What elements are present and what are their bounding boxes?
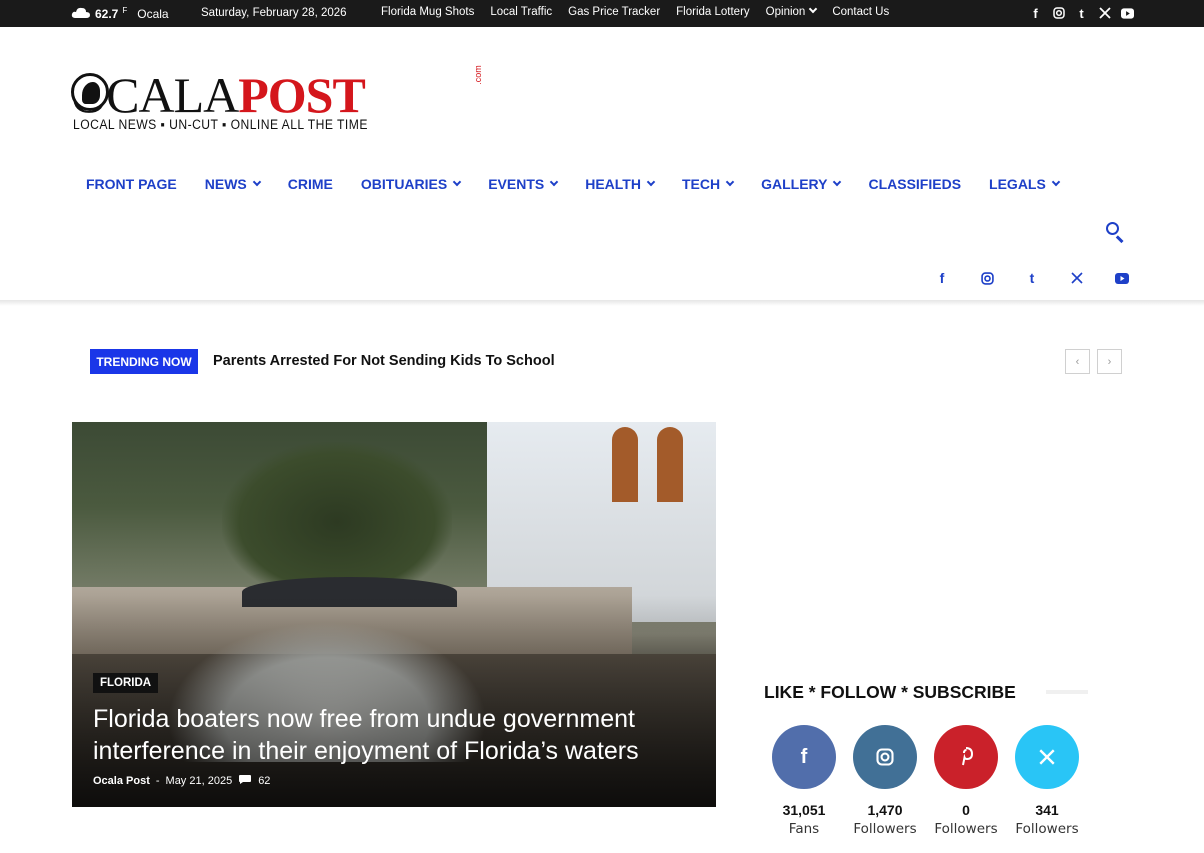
article-meta: Ocala Post - May 21, 2025 62 [93,774,270,788]
title-divider [1046,690,1088,694]
social-label: Followers [853,821,917,837]
chevron-down-icon [252,177,261,187]
social-counter-facebook[interactable]: f 31,051 Fans [772,725,836,837]
facebook-icon[interactable]: f [1029,5,1042,21]
x-icon[interactable] [1069,268,1085,288]
social-label: Followers [934,821,998,837]
nav-label: TECH [681,176,721,192]
instagram-icon[interactable] [979,268,995,288]
weather-city: Ocala [137,7,169,21]
nav-tech[interactable]: TECH [668,175,747,193]
horse-logo-icon [71,73,109,111]
nav-label: CRIME [287,176,333,192]
nav-label: LEGALS [989,176,1046,192]
x-icon[interactable] [1098,5,1111,21]
logo-dotcom: .com [472,65,483,85]
nav-label: OBITUARIES [360,176,448,192]
top-links: Florida Mug Shots Local Traffic Gas Pric… [381,4,889,18]
facebook-icon: f [772,725,836,789]
article-author[interactable]: Ocala Post [93,775,150,787]
header-divider [0,300,1204,306]
pinterest-icon [934,725,998,789]
x-icon [1015,725,1079,789]
search-button[interactable] [1105,221,1127,243]
tumblr-icon[interactable]: t [1024,268,1040,288]
instagram-icon [853,725,917,789]
main-nav: FRONT PAGE NEWS CRIME OBITUARIES EVENTS … [72,175,1073,193]
top-link-opinion[interactable]: Opinion [765,4,818,18]
trending-label: TRENDING NOW [90,349,198,374]
chevron-down-icon [549,177,559,187]
trending-next-button[interactable]: › [1097,349,1122,374]
chevron-left-icon: ‹ [1075,355,1080,368]
nav-label: HEALTH [585,176,641,192]
nav-label: NEWS [204,176,247,192]
social-counter-instagram[interactable]: 1,470 Followers [853,725,917,837]
trending-prev-button[interactable]: ‹ [1065,349,1090,374]
tumblr-icon[interactable]: t [1075,5,1088,21]
nav-label: CLASSIFIEDS [868,176,962,192]
facebook-icon[interactable]: f [934,268,950,288]
instagram-icon[interactable] [1052,5,1065,21]
chevron-down-icon [1051,177,1061,187]
site-logo[interactable]: OCALAPOST .com LOCAL NEWS ▪ UN-CUT ▪ ONL… [71,65,483,136]
follow-section-title: LIKE * FOLLOW * SUBSCRIBE [764,682,1016,702]
trending-headline[interactable]: Parents Arrested For Not Sending Kids To… [213,353,555,369]
nav-obituaries[interactable]: OBITUARIES [347,175,474,193]
nav-classifieds[interactable]: CLASSIFIEDS [854,175,975,193]
chevron-down-icon [725,177,735,187]
nav-legals[interactable]: LEGALS [975,175,1073,193]
youtube-icon[interactable] [1114,268,1130,288]
nav-label: FRONT PAGE [86,176,177,192]
chevron-down-icon [452,177,462,187]
top-link-lottery[interactable]: Florida Lottery [676,6,750,18]
social-counter-pinterest[interactable]: 0 Followers [934,725,998,837]
chevron-down-icon [833,177,842,187]
nav-front-page[interactable]: FRONT PAGE [72,175,191,193]
top-social-links: f t [1029,5,1134,21]
chevron-down-icon [646,177,656,187]
comment-count[interactable]: 62 [258,775,270,787]
weather-unit: F [122,5,128,15]
top-link-opinion-label: Opinion [765,6,806,18]
chevron-down-icon [809,4,818,14]
header-social-links: f t [934,268,1130,288]
social-label: Fans [788,821,820,837]
youtube-icon[interactable] [1121,5,1134,21]
chevron-right-icon: › [1107,355,1112,368]
nav-gallery[interactable]: GALLERY [747,175,854,193]
nav-news[interactable]: NEWS [191,175,274,193]
top-link-local-traffic[interactable]: Local Traffic [490,6,552,18]
social-count: 341 [1035,802,1059,818]
social-label: Followers [1015,821,1079,837]
featured-article[interactable]: FLORIDA Florida boaters now free from un… [72,422,716,807]
social-count: 31,051 [782,802,826,818]
logo-wordmark: OCALAPOST [71,67,366,123]
social-count: 0 [962,802,970,818]
top-link-mug-shots[interactable]: Florida Mug Shots [381,6,474,18]
logo-tagline: LOCAL NEWS ▪ UN-CUT ▪ ONLINE ALL THE TIM… [73,117,368,132]
top-link-gas-price[interactable]: Gas Price Tracker [568,6,660,18]
cloud-icon [71,6,91,22]
nav-crime[interactable]: CRIME [274,175,347,193]
social-counter-x[interactable]: 341 Followers [1015,725,1079,837]
category-badge[interactable]: FLORIDA [93,673,159,693]
current-date: Saturday, February 28, 2026 [201,7,347,19]
meta-separator: - [155,775,160,787]
weather-widget: 62.7 F Ocala [71,6,169,22]
article-date: May 21, 2025 [165,775,233,787]
nav-events[interactable]: EVENTS [474,175,571,193]
social-count: 1,470 [867,802,903,818]
featured-title[interactable]: Florida boaters now free from undue gove… [93,703,693,767]
weather-temp: 62.7 [95,7,119,21]
top-link-contact[interactable]: Contact Us [832,6,889,18]
nav-label: EVENTS [488,176,545,192]
top-bar: 62.7 F Ocala Saturday, February 28, 2026… [0,0,1204,27]
nav-label: GALLERY [761,176,828,192]
logo-post: POST [238,67,366,123]
nav-health[interactable]: HEALTH [571,175,668,193]
comment-icon [238,774,252,788]
